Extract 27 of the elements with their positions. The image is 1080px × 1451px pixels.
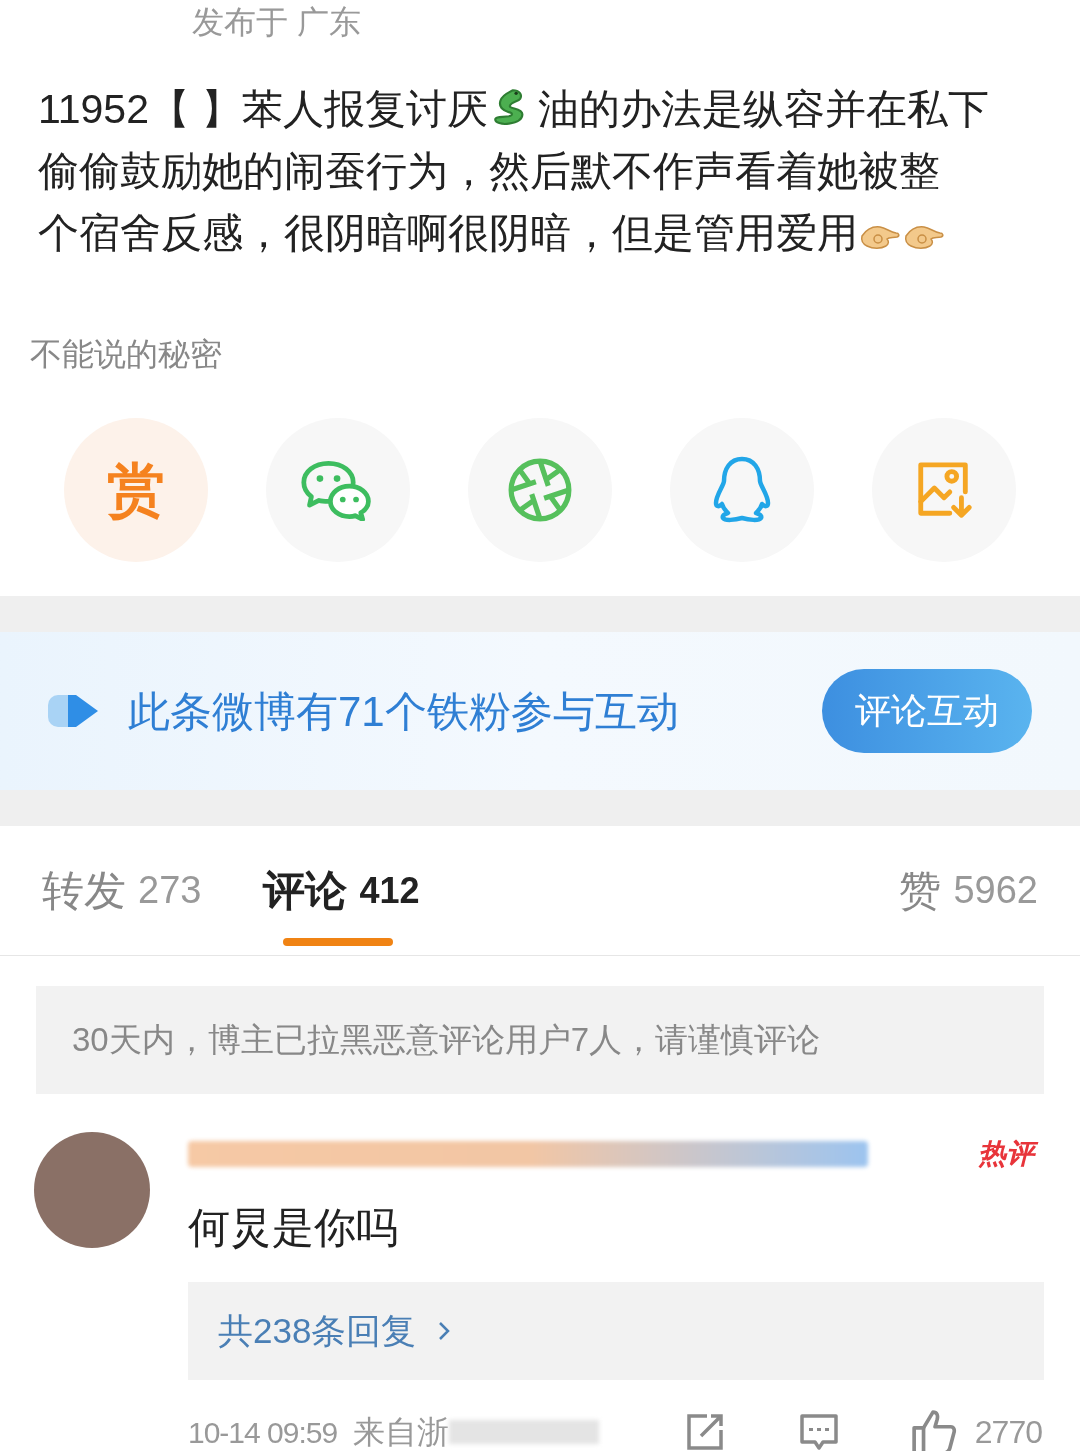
reward-label: 赏	[107, 461, 165, 519]
comment-icon[interactable]	[798, 1412, 839, 1451]
post-text: 偷偷鼓励她的闹蚕行为，然后默不作声看着她被整	[38, 147, 940, 196]
post-text: 个宿舍反感，很阴暗啊很阴暗，但是管用爱用	[38, 209, 858, 258]
fans-logo-icon	[48, 693, 100, 729]
tab[interactable]: 评论 412	[263, 825, 420, 956]
notice-text: 30天内，博主已拉黑恶意评论用户7人，请谨慎评论	[72, 1020, 821, 1061]
share-button[interactable]: 赏	[64, 418, 208, 562]
aperture-icon	[507, 457, 573, 523]
comment-source: 来自浙	[353, 1413, 450, 1451]
tab[interactable]: 赞 5962	[899, 825, 1038, 956]
chevron-right-icon	[438, 1321, 451, 1341]
tab[interactable]: 转发 273	[42, 825, 202, 956]
post-text: 油的办法是纵容并在私下	[538, 85, 990, 134]
fans-banner-text: 此条微博有71个铁粉参与互动	[128, 686, 679, 737]
comment-text: 何炅是你吗	[188, 1203, 399, 1253]
like-count: 2770	[974, 1413, 1042, 1451]
thumbs-up-icon[interactable]	[910, 1409, 957, 1451]
topic-link[interactable]: 不能说的秘密	[30, 336, 222, 372]
post-text: 11952【 】苯人报复讨厌	[38, 85, 489, 134]
replies-link[interactable]: 共238条回复	[218, 1304, 417, 1358]
penguin-icon	[712, 455, 772, 525]
hot-comment-label: 热评	[976, 1134, 1040, 1174]
comment-time: 10-14 09:59	[188, 1414, 338, 1451]
post-location: 发布于 广东	[192, 3, 361, 42]
share-icon[interactable]	[684, 1412, 725, 1451]
comment-interact-button[interactable]: 评论互动	[822, 669, 1032, 753]
